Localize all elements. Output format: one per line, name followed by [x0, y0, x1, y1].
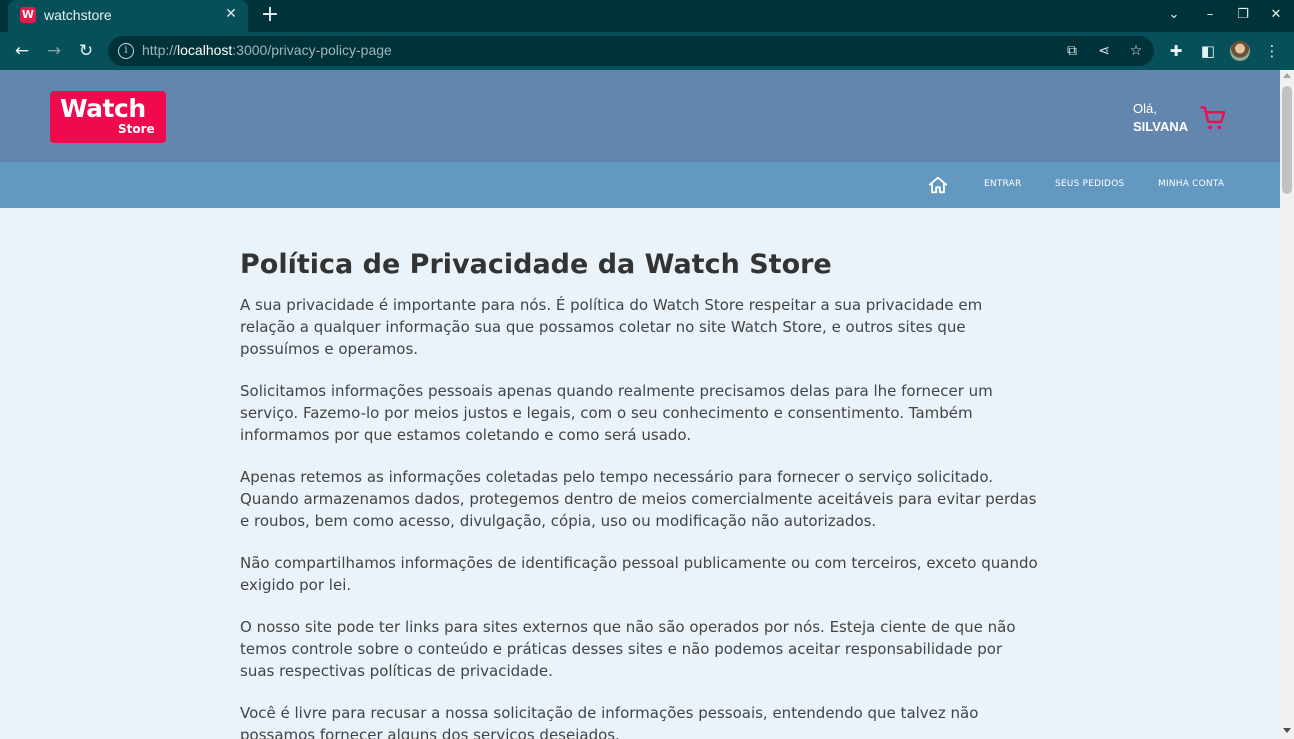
- close-window-button[interactable]: ✕: [1266, 5, 1286, 25]
- forward-arrow-icon[interactable]: →: [42, 39, 66, 63]
- scroll-up-arrow-icon[interactable]: [1283, 73, 1291, 78]
- bookmark-star-icon[interactable]: ☆: [1126, 41, 1146, 61]
- scrollbar-thumb[interactable]: [1282, 86, 1292, 194]
- policy-paragraph: Não compartilhamos informações de identi…: [240, 554, 1038, 594]
- nav-link-minha-conta[interactable]: MINHA CONTA: [1158, 179, 1224, 189]
- translate-icon[interactable]: ⧉: [1062, 41, 1082, 61]
- url-host: localhost: [177, 42, 233, 58]
- greeting-text: Olá,: [1133, 101, 1157, 116]
- watchstore-logo[interactable]: Watch Store: [50, 91, 166, 143]
- tab-title: watchstore: [44, 7, 112, 23]
- shopping-cart-icon[interactable]: [1199, 104, 1227, 132]
- privacy-policy-content: Política de Privacidade da Watch Store A…: [240, 248, 1040, 739]
- reload-icon[interactable]: ↻: [74, 39, 98, 63]
- share-icon[interactable]: ⋖: [1094, 41, 1114, 61]
- site-nav: ENTRAR SEUS PEDIDOS MINHA CONTA: [0, 162, 1280, 208]
- scroll-down-arrow-icon[interactable]: [1283, 728, 1291, 733]
- url-text[interactable]: http://localhost:3000/privacy-policy-pag…: [142, 42, 392, 58]
- favicon-icon: W: [20, 7, 36, 23]
- policy-paragraph: Apenas retemos as informações coletadas …: [240, 468, 1037, 530]
- web-page: Watch Store Olá, SILVANA ENTRAR SEUS PED…: [0, 70, 1280, 739]
- logo-text-watch: Watch: [60, 94, 146, 123]
- url-scheme: http://: [142, 42, 178, 58]
- browser-toolbar: ← → ↻ i http://localhost:3000/privacy-po…: [0, 32, 1294, 70]
- extensions-puzzle-icon[interactable]: ✚: [1166, 41, 1186, 61]
- policy-paragraph: A sua privacidade é importante para nós.…: [240, 296, 983, 358]
- home-icon[interactable]: [927, 174, 949, 196]
- nav-link-seus-pedidos[interactable]: SEUS PEDIDOS: [1055, 179, 1124, 189]
- close-tab-icon[interactable]: ✕: [222, 5, 240, 23]
- restore-window-button[interactable]: ❐: [1233, 5, 1253, 25]
- site-header: Watch Store Olá, SILVANA: [0, 70, 1280, 162]
- browser-menu-icon[interactable]: ⋮: [1262, 41, 1282, 61]
- browser-tab[interactable]: W watchstore ✕: [8, 0, 248, 32]
- profile-avatar[interactable]: [1230, 41, 1250, 61]
- logo-text-store: Store: [118, 122, 155, 136]
- side-panel-icon[interactable]: ◧: [1198, 41, 1218, 61]
- minimize-window-button[interactable]: –: [1200, 5, 1220, 25]
- policy-paragraph: Solicitamos informações pessoais apenas …: [240, 382, 993, 444]
- new-tab-button[interactable]: +: [258, 3, 282, 27]
- page-title: Política de Privacidade da Watch Store: [240, 249, 832, 280]
- browser-tab-bar: W watchstore ✕ + ⌄ – ❐ ✕: [0, 0, 1294, 32]
- policy-paragraph: O nosso site pode ter links para sites e…: [240, 618, 1016, 680]
- url-path: :3000/privacy-policy-page: [232, 42, 392, 58]
- user-greeting: Olá, SILVANA: [1133, 100, 1188, 136]
- user-name: SILVANA: [1133, 119, 1189, 134]
- back-arrow-icon[interactable]: ←: [10, 39, 34, 63]
- nav-link-entrar[interactable]: ENTRAR: [984, 179, 1021, 189]
- page-scrollbar[interactable]: [1280, 70, 1294, 739]
- site-info-icon[interactable]: i: [118, 43, 134, 59]
- address-bar[interactable]: i http://localhost:3000/privacy-policy-p…: [108, 36, 1154, 66]
- policy-paragraph: Você é livre para recusar a nossa solici…: [240, 704, 979, 739]
- tab-search-icon[interactable]: ⌄: [1164, 5, 1184, 25]
